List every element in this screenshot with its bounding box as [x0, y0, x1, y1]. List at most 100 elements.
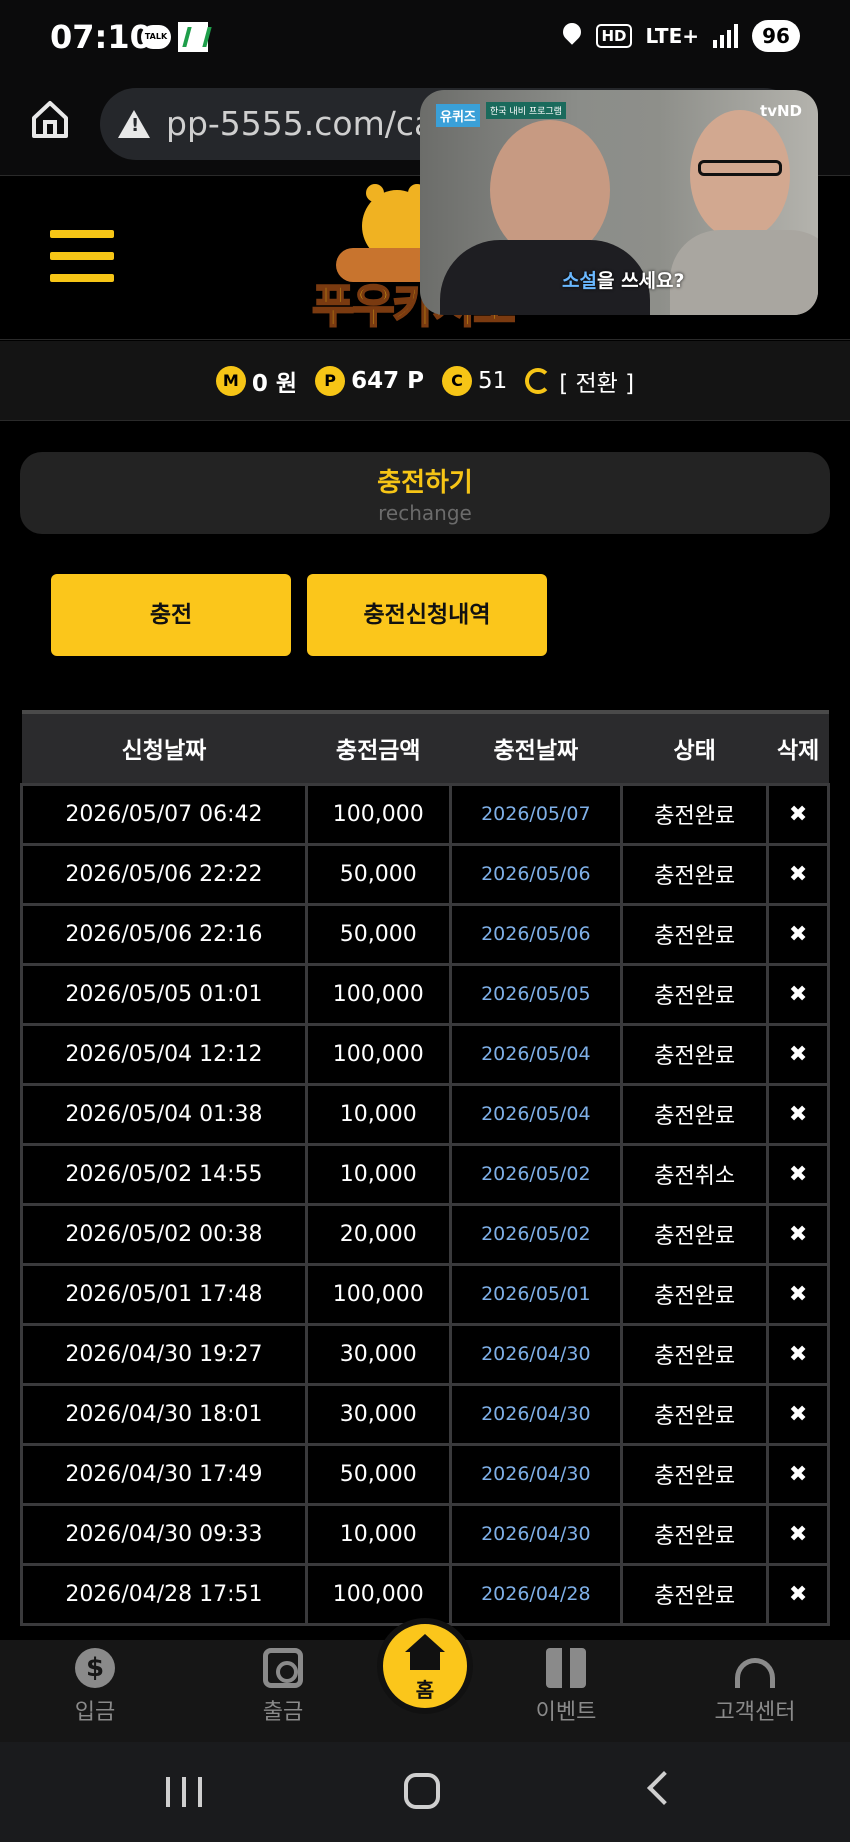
money-coin-icon: M: [215, 365, 246, 396]
cell-request-date: 2026/05/05 01:01: [20, 962, 308, 1026]
cell-charge-date: 2026/04/28: [448, 1562, 624, 1626]
headset-icon[interactable]: [735, 1658, 775, 1688]
table-row: 2026/05/06 22:16 50,000 2026/05/06 충전완료 ✖: [20, 902, 830, 966]
url-text[interactable]: pp-5555.com/cas: [166, 104, 451, 143]
table-row: 2026/04/30 17:49 50,000 2026/04/30 충전완료 ✖: [20, 1442, 830, 1506]
cell-request-date: 2026/05/01 17:48: [20, 1262, 308, 1326]
cell-request-date: 2026/05/04 12:12: [20, 1022, 308, 1086]
switch-button[interactable]: [ 전환 ]: [525, 364, 634, 398]
cell-amount: 20,000: [304, 1202, 452, 1266]
cell-amount: 50,000: [304, 1442, 452, 1506]
table-row: 2026/05/02 14:55 10,000 2026/05/02 충전취소 ✖: [20, 1142, 830, 1206]
cell-amount: 10,000: [304, 1502, 452, 1566]
header-request-date: 신청날짜: [21, 710, 307, 784]
cell-status: 충전완료: [620, 782, 770, 846]
status-right-group: HD LTE+ 96: [562, 18, 800, 54]
back-icon[interactable]: [647, 1771, 681, 1805]
cell-amount: 100,000: [304, 1022, 452, 1086]
cell-status: 충전완료: [620, 1502, 770, 1566]
header-delete: 삭제: [767, 710, 829, 784]
app-notification-icon: [178, 22, 208, 52]
balance-bar: M 0 원 P 647 P C 51 [ 전환 ]: [0, 341, 850, 421]
dollar-icon[interactable]: $: [75, 1648, 115, 1688]
cell-amount: 10,000: [304, 1142, 452, 1206]
point-balance: P 647 P: [315, 365, 424, 396]
nav-support-label[interactable]: 고객센터: [715, 1700, 796, 1725]
cell-charge-date: 2026/05/06: [448, 902, 624, 966]
cell-charge-date: 2026/04/30: [448, 1382, 624, 1446]
delete-icon[interactable]: ✖: [766, 1382, 830, 1446]
cell-status: 충전완료: [620, 1382, 770, 1446]
delete-icon[interactable]: ✖: [766, 1202, 830, 1266]
nav-event[interactable]: 이벤트: [506, 1648, 626, 1726]
cell-charge-date: 2026/04/30: [448, 1502, 624, 1566]
cell-charge-date: 2026/04/30: [448, 1322, 624, 1386]
delete-icon[interactable]: ✖: [766, 902, 830, 966]
delete-icon[interactable]: ✖: [766, 782, 830, 846]
cell-request-date: 2026/05/02 00:38: [20, 1202, 308, 1266]
hd-voice-icon: HD: [596, 24, 632, 48]
cell-request-date: 2026/04/30 09:33: [20, 1502, 308, 1566]
nav-withdraw-label[interactable]: 출금: [263, 1700, 303, 1725]
cell-status: 충전완료: [620, 842, 770, 906]
table-row: 2026/04/30 19:27 30,000 2026/04/30 충전완료 ✖: [20, 1322, 830, 1386]
charge-history-table: 신청날짜 충전금액 충전날짜 상태 삭제 2026/05/07 06:42 100…: [20, 710, 830, 1626]
nav-deposit-label[interactable]: 입금: [75, 1700, 115, 1725]
delete-icon[interactable]: ✖: [766, 1142, 830, 1206]
battery-indicator: 96: [752, 20, 800, 52]
point-value: 647 P: [351, 367, 424, 394]
delete-icon[interactable]: ✖: [766, 1262, 830, 1326]
money-balance: M 0 원: [215, 364, 297, 398]
cell-request-date: 2026/04/30 19:27: [20, 1322, 308, 1386]
nav-home-label[interactable]: 홈: [383, 1674, 467, 1703]
header-amount: 충전금액: [306, 710, 451, 784]
house-icon[interactable]: [405, 1634, 445, 1672]
table-row: 2026/05/07 06:42 100,000 2026/05/07 충전완료 ✖: [20, 782, 830, 846]
table-row: 2026/05/06 22:22 50,000 2026/05/06 충전완료 ✖: [20, 842, 830, 906]
switch-label[interactable]: [ 전환 ]: [559, 364, 634, 398]
delete-icon[interactable]: ✖: [766, 1442, 830, 1506]
nav-home-button[interactable]: 홈: [377, 1618, 473, 1714]
video-channel-logo: tvND: [760, 102, 802, 120]
table-row: 2026/05/02 00:38 20,000 2026/05/02 충전완료 ✖: [20, 1202, 830, 1266]
picture-in-picture-video[interactable]: 유퀴즈 한국 내비 프로그램 tvND 소설을 쓰세요?: [420, 90, 818, 315]
nav-withdraw[interactable]: 출금: [223, 1648, 343, 1726]
menu-icon[interactable]: [50, 230, 114, 286]
cell-charge-date: 2026/05/07: [448, 782, 624, 846]
refresh-icon[interactable]: [525, 367, 552, 394]
delete-icon[interactable]: ✖: [766, 1502, 830, 1566]
delete-icon[interactable]: ✖: [766, 842, 830, 906]
video-show-logo: 유퀴즈: [436, 104, 480, 127]
charge-button[interactable]: 충전: [51, 574, 291, 656]
signal-icon: [713, 24, 738, 48]
delete-icon[interactable]: ✖: [766, 1022, 830, 1086]
delete-icon[interactable]: ✖: [766, 962, 830, 1026]
video-person-right: [670, 110, 818, 315]
nav-deposit[interactable]: $ 입금: [35, 1648, 155, 1726]
home-icon[interactable]: [30, 98, 70, 140]
delete-icon[interactable]: ✖: [766, 1322, 830, 1386]
talk-notification-icon: TALK: [141, 25, 171, 49]
status-time: 07:10: [50, 18, 152, 56]
table-row: 2026/05/05 01:01 100,000 2026/05/05 충전완료 ✖: [20, 962, 830, 1026]
cell-status: 충전완료: [620, 902, 770, 966]
warning-icon[interactable]: [118, 110, 150, 138]
header-status: 상태: [621, 710, 768, 784]
cell-amount: 100,000: [304, 1262, 452, 1326]
nav-event-label[interactable]: 이벤트: [536, 1700, 597, 1725]
safe-icon[interactable]: [263, 1648, 303, 1688]
cell-amount: 100,000: [304, 962, 452, 1026]
delete-icon[interactable]: ✖: [766, 1562, 830, 1626]
cell-status: 충전완료: [620, 1262, 770, 1326]
recent-apps-icon[interactable]: [166, 1777, 202, 1807]
comp-balance: C 51: [441, 365, 507, 396]
cell-request-date: 2026/05/07 06:42: [20, 782, 308, 846]
nav-support[interactable]: 고객센터: [695, 1648, 815, 1726]
table-row: 2026/05/04 01:38 10,000 2026/05/04 충전완료 ✖: [20, 1082, 830, 1146]
cell-status: 충전완료: [620, 962, 770, 1026]
cell-charge-date: 2026/05/04: [448, 1082, 624, 1146]
system-home-icon[interactable]: [404, 1773, 440, 1809]
gift-icon[interactable]: [546, 1648, 586, 1688]
delete-icon[interactable]: ✖: [766, 1082, 830, 1146]
charge-history-button[interactable]: 충전신청내역: [307, 574, 547, 656]
